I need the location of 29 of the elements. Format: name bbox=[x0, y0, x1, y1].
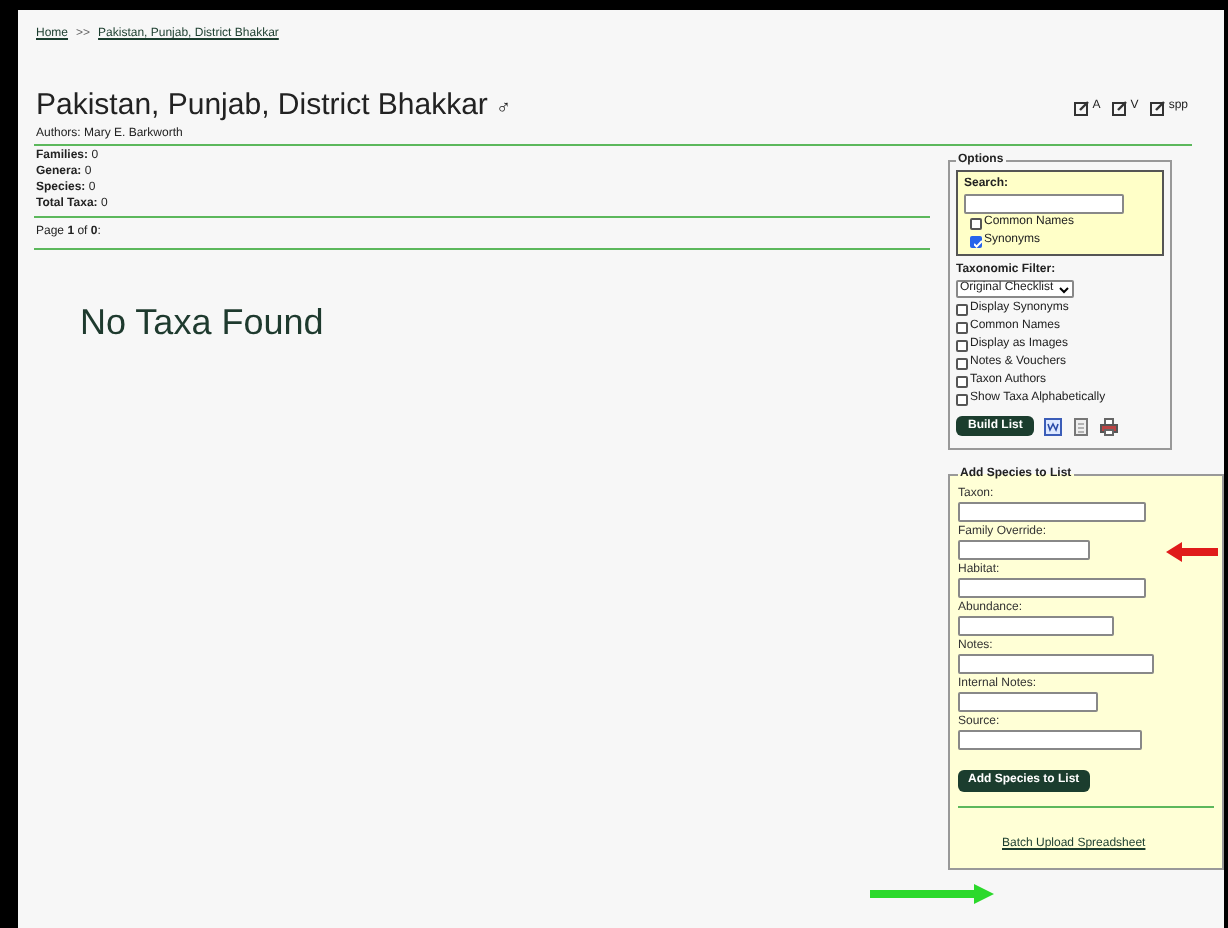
chevron-icon bbox=[1057, 285, 1070, 293]
checkbox[interactable] bbox=[956, 303, 968, 315]
printer-icon[interactable] bbox=[1100, 417, 1119, 435]
pointer-arrow-icon bbox=[1166, 542, 1218, 562]
checkbox[interactable] bbox=[970, 235, 982, 247]
word-document-icon[interactable] bbox=[1044, 417, 1063, 435]
symbol: ♂ bbox=[495, 96, 511, 124]
document-icon[interactable] bbox=[1072, 417, 1091, 435]
checkbox[interactable] bbox=[956, 375, 968, 387]
checkmark-icon bbox=[974, 239, 982, 247]
search-field[interactable] bbox=[964, 194, 1124, 214]
checkbox[interactable] bbox=[956, 339, 968, 351]
input-field[interactable] bbox=[958, 502, 1146, 522]
input-field[interactable] bbox=[958, 616, 1114, 636]
checkbox[interactable] bbox=[970, 217, 982, 229]
checkbox[interactable] bbox=[956, 357, 968, 369]
pointer-arrow-icon bbox=[870, 884, 994, 904]
checkbox[interactable] bbox=[956, 321, 968, 333]
page-title: Pakistan, Punjab, District Bhakkar bbox=[36, 90, 488, 120]
input-field[interactable] bbox=[958, 540, 1090, 560]
checkbox[interactable] bbox=[956, 393, 968, 405]
edit-icon bbox=[1112, 99, 1129, 115]
edit-icon bbox=[1150, 99, 1167, 115]
input-field[interactable] bbox=[958, 578, 1146, 598]
input-field[interactable] bbox=[958, 730, 1142, 750]
edit-icon bbox=[1074, 99, 1091, 115]
input-field[interactable] bbox=[958, 654, 1154, 674]
input-field[interactable] bbox=[958, 692, 1098, 712]
no-results-message: No Taxa Found bbox=[78, 300, 326, 346]
